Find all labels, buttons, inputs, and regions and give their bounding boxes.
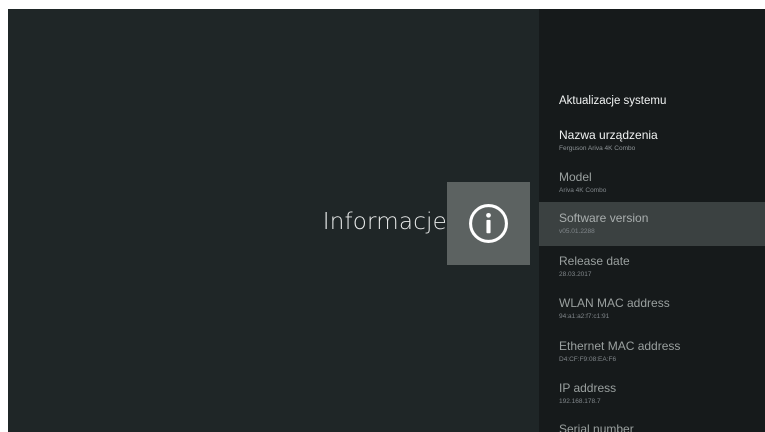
page-title: Informacje bbox=[322, 209, 447, 235]
menu-item-label: Software version bbox=[559, 211, 649, 225]
menu-item-serial-number[interactable]: Serial number bbox=[539, 422, 765, 432]
menu-item-system-updates[interactable]: Aktualizacje systemu bbox=[539, 95, 765, 107]
menu-item-label: WLAN MAC address bbox=[559, 296, 670, 310]
menu-item-ethernet-mac[interactable]: Ethernet MAC address D4:CF:F9:08:EA:F6 bbox=[539, 339, 765, 363]
info-icon bbox=[469, 204, 508, 243]
settings-menu: Aktualizacje systemu Nazwa urządzenia Fe… bbox=[539, 9, 765, 432]
menu-item-value: Ariva 4K Combo bbox=[559, 187, 607, 194]
menu-item-value: 192.168.178.7 bbox=[559, 398, 601, 405]
menu-item-device-name[interactable]: Nazwa urządzenia Ferguson Ariva 4K Combo bbox=[539, 128, 765, 152]
menu-item-model[interactable]: Model Ariva 4K Combo bbox=[539, 170, 765, 194]
menu-item-label: Serial number bbox=[559, 422, 634, 432]
menu-item-ip-address[interactable]: IP address 192.168.178.7 bbox=[539, 381, 765, 405]
menu-item-value: v05.01.2288 bbox=[559, 228, 595, 235]
left-pane: Informacje bbox=[8, 9, 539, 432]
menu-item-value: 94:a1:a2:f7:c1:91 bbox=[559, 313, 610, 320]
menu-item-release-date[interactable]: Release date 28.03.2017 bbox=[539, 254, 765, 278]
menu-item-label: IP address bbox=[559, 381, 617, 395]
menu-item-software-version[interactable]: Software version v05.01.2288 bbox=[539, 202, 765, 246]
menu-item-label: Nazwa urządzenia bbox=[559, 128, 658, 142]
tv-screen: Informacje Aktualizacje systemu Nazwa ur… bbox=[8, 9, 765, 432]
menu-item-value: Ferguson Ariva 4K Combo bbox=[559, 145, 636, 152]
menu-item-value: 28.03.2017 bbox=[559, 271, 592, 278]
menu-item-value: D4:CF:F9:08:EA:F6 bbox=[559, 356, 617, 363]
menu-item-wlan-mac[interactable]: WLAN MAC address 94:a1:a2:f7:c1:91 bbox=[539, 296, 765, 320]
menu-item-label: Model bbox=[559, 170, 592, 184]
menu-item-label: Ethernet MAC address bbox=[559, 339, 681, 353]
info-icon-tile bbox=[447, 182, 530, 265]
menu-item-label: Release date bbox=[559, 254, 630, 268]
menu-item-label: Aktualizacje systemu bbox=[559, 95, 667, 107]
